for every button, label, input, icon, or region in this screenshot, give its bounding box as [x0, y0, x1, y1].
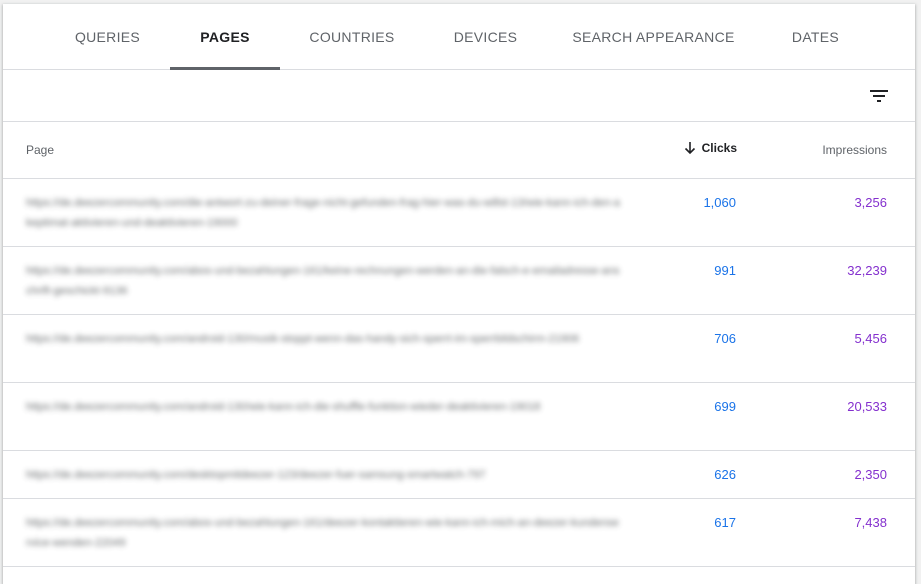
- page-url[interactable]: https://de.deezercommunity.com/abos-und-…: [26, 261, 621, 301]
- page-url[interactable]: https://de.deezercommunity.com/desktopmi…: [26, 465, 621, 485]
- impressions-value: 2,350: [854, 467, 887, 482]
- table-row[interactable]: https://de.deezercommunity.com/desktopmi…: [3, 451, 915, 499]
- column-header-clicks-label: Clicks: [701, 141, 737, 155]
- clicks-value: 699: [714, 399, 736, 414]
- impressions-value: 3,256: [854, 195, 887, 210]
- table-toolbar: [3, 70, 915, 122]
- tab-dates[interactable]: DATES: [773, 4, 858, 69]
- page-url[interactable]: https://de.deezercommunity.com/android-1…: [26, 329, 621, 349]
- clicks-value: 706: [714, 331, 736, 346]
- column-header-page[interactable]: Page: [26, 143, 54, 157]
- filter-list-icon: [870, 90, 888, 102]
- table-row[interactable]: https://de.deezercommunity.com/abos-und-…: [3, 247, 915, 315]
- column-header-impressions[interactable]: Impressions: [822, 143, 887, 157]
- impressions-value: 32,239: [847, 263, 887, 278]
- table-row[interactable]: https://de.deezercommunity.com/android-1…: [3, 383, 915, 451]
- tab-devices[interactable]: DEVICES: [433, 4, 538, 69]
- tab-countries[interactable]: COUNTRIES: [299, 4, 405, 69]
- clicks-value: 1,060: [703, 195, 736, 210]
- column-header-clicks[interactable]: Clicks: [684, 141, 737, 155]
- page-url[interactable]: https://de.deezercommunity.com/android-1…: [26, 397, 621, 417]
- page-url[interactable]: https://de.deezercommunity.com/die-antwo…: [26, 193, 621, 233]
- clicks-value: 626: [714, 467, 736, 482]
- clicks-value: 991: [714, 263, 736, 278]
- arrow-down-icon: [684, 142, 695, 155]
- tab-search-appearance[interactable]: SEARCH APPEARANCE: [566, 4, 741, 69]
- impressions-value: 5,456: [854, 331, 887, 346]
- impressions-value: 20,533: [847, 399, 887, 414]
- table-header: Page Clicks Impressions: [3, 122, 915, 179]
- performance-table-card: QUERIES PAGES COUNTRIES DEVICES SEARCH A…: [3, 4, 915, 584]
- impressions-value: 7,438: [854, 515, 887, 530]
- tab-queries[interactable]: QUERIES: [55, 4, 160, 69]
- table-row[interactable]: https://de.deezercommunity.com/die-antwo…: [3, 179, 915, 247]
- report-tabs: QUERIES PAGES COUNTRIES DEVICES SEARCH A…: [3, 4, 915, 70]
- table-row[interactable]: https://de.deezercommunity.com/abos-und-…: [3, 499, 915, 567]
- filter-button[interactable]: [867, 84, 891, 108]
- page-url[interactable]: https://de.deezercommunity.com/abos-und-…: [26, 513, 621, 553]
- table-row[interactable]: https://de.deezercommunity.com/android-1…: [3, 315, 915, 383]
- table-body: https://de.deezercommunity.com/die-antwo…: [3, 179, 915, 567]
- tab-pages[interactable]: PAGES: [170, 4, 280, 70]
- clicks-value: 617: [714, 515, 736, 530]
